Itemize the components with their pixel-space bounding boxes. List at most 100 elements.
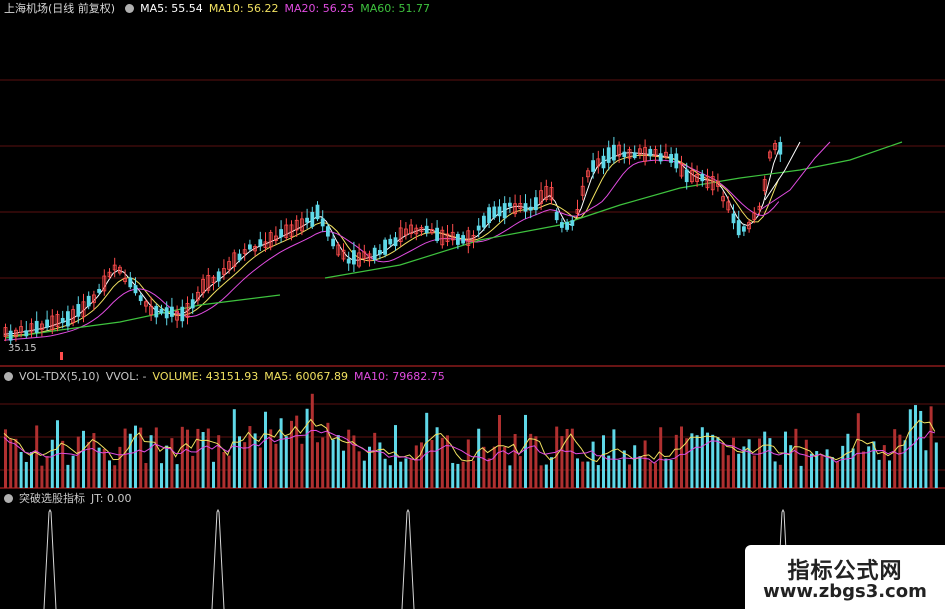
volume-bar — [284, 436, 288, 488]
volume-bar — [118, 446, 122, 488]
volume-bar — [451, 462, 455, 488]
volume-bar — [71, 455, 75, 488]
volume-bar — [149, 435, 153, 488]
volume-bar — [518, 456, 522, 488]
volume-bar — [758, 438, 761, 488]
volume-bar — [586, 461, 590, 488]
volume-bar — [617, 459, 621, 488]
volume-bar — [648, 461, 652, 488]
candle-body — [554, 211, 559, 221]
volume-bar — [40, 465, 44, 488]
candle-body — [487, 207, 492, 224]
volume-bar — [435, 427, 439, 488]
ma20-label: MA20: 56.25 — [284, 2, 355, 15]
volume-bar — [888, 460, 891, 488]
volume-bar — [903, 440, 907, 488]
volume-bar — [45, 456, 49, 488]
volume-bar — [227, 455, 231, 488]
volume-bar — [825, 449, 829, 488]
volume-bar — [716, 437, 720, 488]
candle-body — [674, 153, 679, 169]
volume-bar — [934, 442, 938, 488]
volume-bar — [144, 463, 148, 488]
volume-bar — [674, 434, 678, 488]
volume-bar — [773, 461, 777, 488]
candle-body — [315, 204, 320, 220]
volume-bar — [160, 463, 163, 488]
volume-bar — [472, 460, 475, 488]
volume-bar — [19, 452, 23, 488]
volume-bar — [742, 446, 746, 488]
volume-ma5-label: MA5: 60067.89 — [264, 370, 348, 383]
volume-bar — [430, 440, 434, 488]
volume-bar — [638, 456, 642, 488]
volume-bar — [830, 456, 834, 488]
candle-body — [159, 308, 164, 314]
candle-body — [435, 227, 440, 242]
candle-body — [700, 173, 705, 182]
candle-body — [169, 306, 174, 317]
volume-bar — [877, 459, 881, 488]
volume-bar — [222, 451, 226, 488]
volume-bar — [851, 448, 855, 488]
volume-bar — [97, 447, 101, 488]
candle-body — [320, 218, 325, 227]
volume-bar — [622, 450, 626, 488]
volume-bar — [726, 455, 730, 488]
candle-body — [258, 239, 263, 247]
volume-bar — [336, 435, 340, 488]
candle-body — [622, 151, 627, 158]
volume-bar — [685, 438, 689, 488]
volume-bar — [669, 460, 673, 488]
candle-body — [742, 226, 746, 232]
volume-bar — [165, 445, 169, 488]
volume-bar — [643, 440, 647, 488]
volume-bar — [170, 438, 174, 488]
signal-header: 突破选股指标 JT: 0.00 — [4, 492, 137, 506]
candle-body — [393, 237, 398, 247]
grid-lines — [0, 79, 945, 489]
volume-bar — [633, 445, 637, 488]
ma20-line — [3, 159, 780, 341]
candle-body — [591, 160, 595, 172]
candle-body — [180, 306, 185, 322]
volume-bar — [383, 458, 387, 488]
candle-body — [86, 295, 91, 307]
volume-bar — [929, 406, 933, 488]
candle-body — [76, 304, 81, 317]
candle-body — [481, 215, 486, 228]
gear-icon[interactable] — [4, 372, 13, 381]
volume-bar — [102, 448, 106, 488]
volume-bar — [560, 436, 564, 488]
candle-body — [247, 244, 252, 250]
candle-body — [534, 197, 538, 211]
volume-bar — [362, 460, 366, 488]
volume-bar — [706, 432, 709, 488]
volume-bar — [732, 437, 735, 488]
candle-body — [684, 169, 689, 183]
volume-bar — [243, 442, 247, 488]
ma60-label: MA60: 51.77 — [360, 2, 430, 15]
gear-icon[interactable] — [125, 4, 135, 13]
watermark-url: www.zbgs3.com — [763, 581, 927, 602]
watermark: 指标公式网 www.zbgs3.com — [745, 545, 945, 609]
volume-bar — [477, 428, 481, 488]
low-marker — [60, 352, 63, 360]
volume-bar — [856, 413, 860, 488]
volume-label: VOLUME: 43151.93 — [152, 370, 259, 383]
volume-bar — [50, 439, 54, 488]
gear-icon[interactable] — [4, 494, 13, 503]
volume-bar — [373, 432, 377, 488]
candle-body — [658, 153, 663, 162]
volume-bar — [238, 436, 241, 488]
candle-body — [331, 238, 336, 247]
candle-body — [237, 253, 242, 261]
candlesticks — [3, 136, 783, 345]
candle-body — [731, 213, 736, 224]
candle-body — [190, 299, 195, 309]
volume-bar — [212, 461, 215, 488]
volume-bar — [898, 434, 902, 488]
volume-bar — [180, 426, 184, 488]
volume-bar — [154, 427, 158, 488]
volume-bar — [274, 443, 278, 488]
